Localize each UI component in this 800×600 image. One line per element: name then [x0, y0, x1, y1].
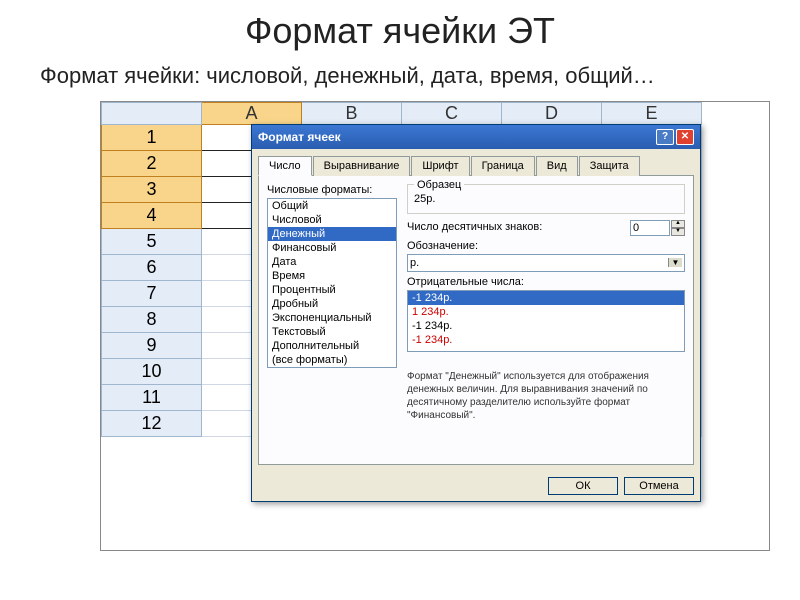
number-formats-listbox[interactable]: Общий Числовой Денежный Финансовый Дата …: [267, 198, 397, 368]
row-header[interactable]: 12: [102, 410, 202, 436]
decimals-input[interactable]: [630, 220, 670, 236]
symbol-dropdown[interactable]: р. ▼: [407, 254, 685, 272]
list-item[interactable]: -1 234р.: [408, 319, 684, 333]
symbol-label: Обозначение:: [407, 240, 685, 252]
row-header[interactable]: 7: [102, 280, 202, 306]
dialog-title: Формат ячеек: [258, 130, 654, 144]
symbol-value: р.: [410, 257, 668, 269]
row-header[interactable]: 8: [102, 306, 202, 332]
list-item[interactable]: Дополнительный: [268, 339, 396, 353]
tab-protection[interactable]: Защита: [579, 156, 640, 176]
dialog-titlebar[interactable]: Формат ячеек ? ✕: [252, 125, 700, 149]
list-item[interactable]: Экспоненциальный: [268, 311, 396, 325]
list-item[interactable]: Дробный: [268, 297, 396, 311]
col-header-c[interactable]: C: [402, 102, 502, 124]
slide-subtitle: Формат ячейки: числовой, денежный, дата,…: [30, 62, 770, 91]
select-all-corner[interactable]: [102, 102, 202, 124]
list-item[interactable]: Время: [268, 269, 396, 283]
sample-group: Образец 25р.: [407, 184, 685, 214]
list-item[interactable]: Финансовый: [268, 241, 396, 255]
list-item[interactable]: 1 234р.: [408, 305, 684, 319]
list-item[interactable]: Дата: [268, 255, 396, 269]
negative-label: Отрицательные числа:: [407, 276, 685, 288]
formats-label: Числовые форматы:: [267, 184, 397, 196]
spin-up-icon[interactable]: ▲: [671, 220, 685, 228]
col-header-a[interactable]: A: [202, 102, 302, 124]
format-cells-dialog: Формат ячеек ? ✕ Число Выравнивание Шриф…: [251, 124, 701, 502]
negative-listbox[interactable]: -1 234р. 1 234р. -1 234р. -1 234р.: [407, 290, 685, 352]
tab-number[interactable]: Число: [258, 156, 312, 176]
list-item[interactable]: Числовой: [268, 213, 396, 227]
ok-button[interactable]: ОК: [548, 477, 618, 495]
tab-font[interactable]: Шрифт: [411, 156, 469, 176]
row-header[interactable]: 10: [102, 358, 202, 384]
row-header[interactable]: 11: [102, 384, 202, 410]
format-description: Формат "Денежный" используется для отобр…: [407, 370, 685, 422]
col-header-d[interactable]: D: [502, 102, 602, 124]
list-item[interactable]: Процентный: [268, 283, 396, 297]
row-header[interactable]: 9: [102, 332, 202, 358]
list-item[interactable]: Общий: [268, 199, 396, 213]
row-header[interactable]: 3: [102, 176, 202, 202]
column-headers: A B C D E: [102, 102, 702, 124]
list-item[interactable]: -1 234р.: [408, 291, 684, 305]
list-item[interactable]: Текстовый: [268, 325, 396, 339]
row-header[interactable]: 1: [102, 124, 202, 150]
cancel-button[interactable]: Отмена: [624, 477, 694, 495]
row-header[interactable]: 4: [102, 202, 202, 228]
tab-border[interactable]: Граница: [471, 156, 535, 176]
close-icon[interactable]: ✕: [676, 129, 694, 145]
col-header-e[interactable]: E: [602, 102, 702, 124]
help-icon[interactable]: ?: [656, 129, 674, 145]
list-item[interactable]: (все форматы): [268, 353, 396, 367]
spreadsheet: A B C D E 125р. 230р. 345р. 468р. 5 6 7 …: [100, 101, 770, 551]
sample-label: Образец: [414, 179, 464, 191]
spin-down-icon[interactable]: ▼: [671, 228, 685, 236]
chevron-down-icon[interactable]: ▼: [668, 258, 682, 267]
list-item[interactable]: Денежный: [268, 227, 396, 241]
row-header[interactable]: 5: [102, 228, 202, 254]
tab-panel: Числовые форматы: Общий Числовой Денежны…: [258, 175, 694, 465]
row-header[interactable]: 6: [102, 254, 202, 280]
tab-fill[interactable]: Вид: [536, 156, 578, 176]
decimals-label: Число десятичных знаков:: [407, 221, 630, 233]
list-item[interactable]: -1 234р.: [408, 333, 684, 347]
sample-value: 25р.: [414, 193, 678, 205]
tab-row: Число Выравнивание Шрифт Граница Вид Защ…: [258, 155, 694, 175]
col-header-b[interactable]: B: [302, 102, 402, 124]
decimals-spinner[interactable]: ▲ ▼: [630, 220, 685, 236]
slide-title: Формат ячейки ЭТ: [30, 10, 770, 52]
tab-alignment[interactable]: Выравнивание: [313, 156, 411, 176]
row-header[interactable]: 2: [102, 150, 202, 176]
